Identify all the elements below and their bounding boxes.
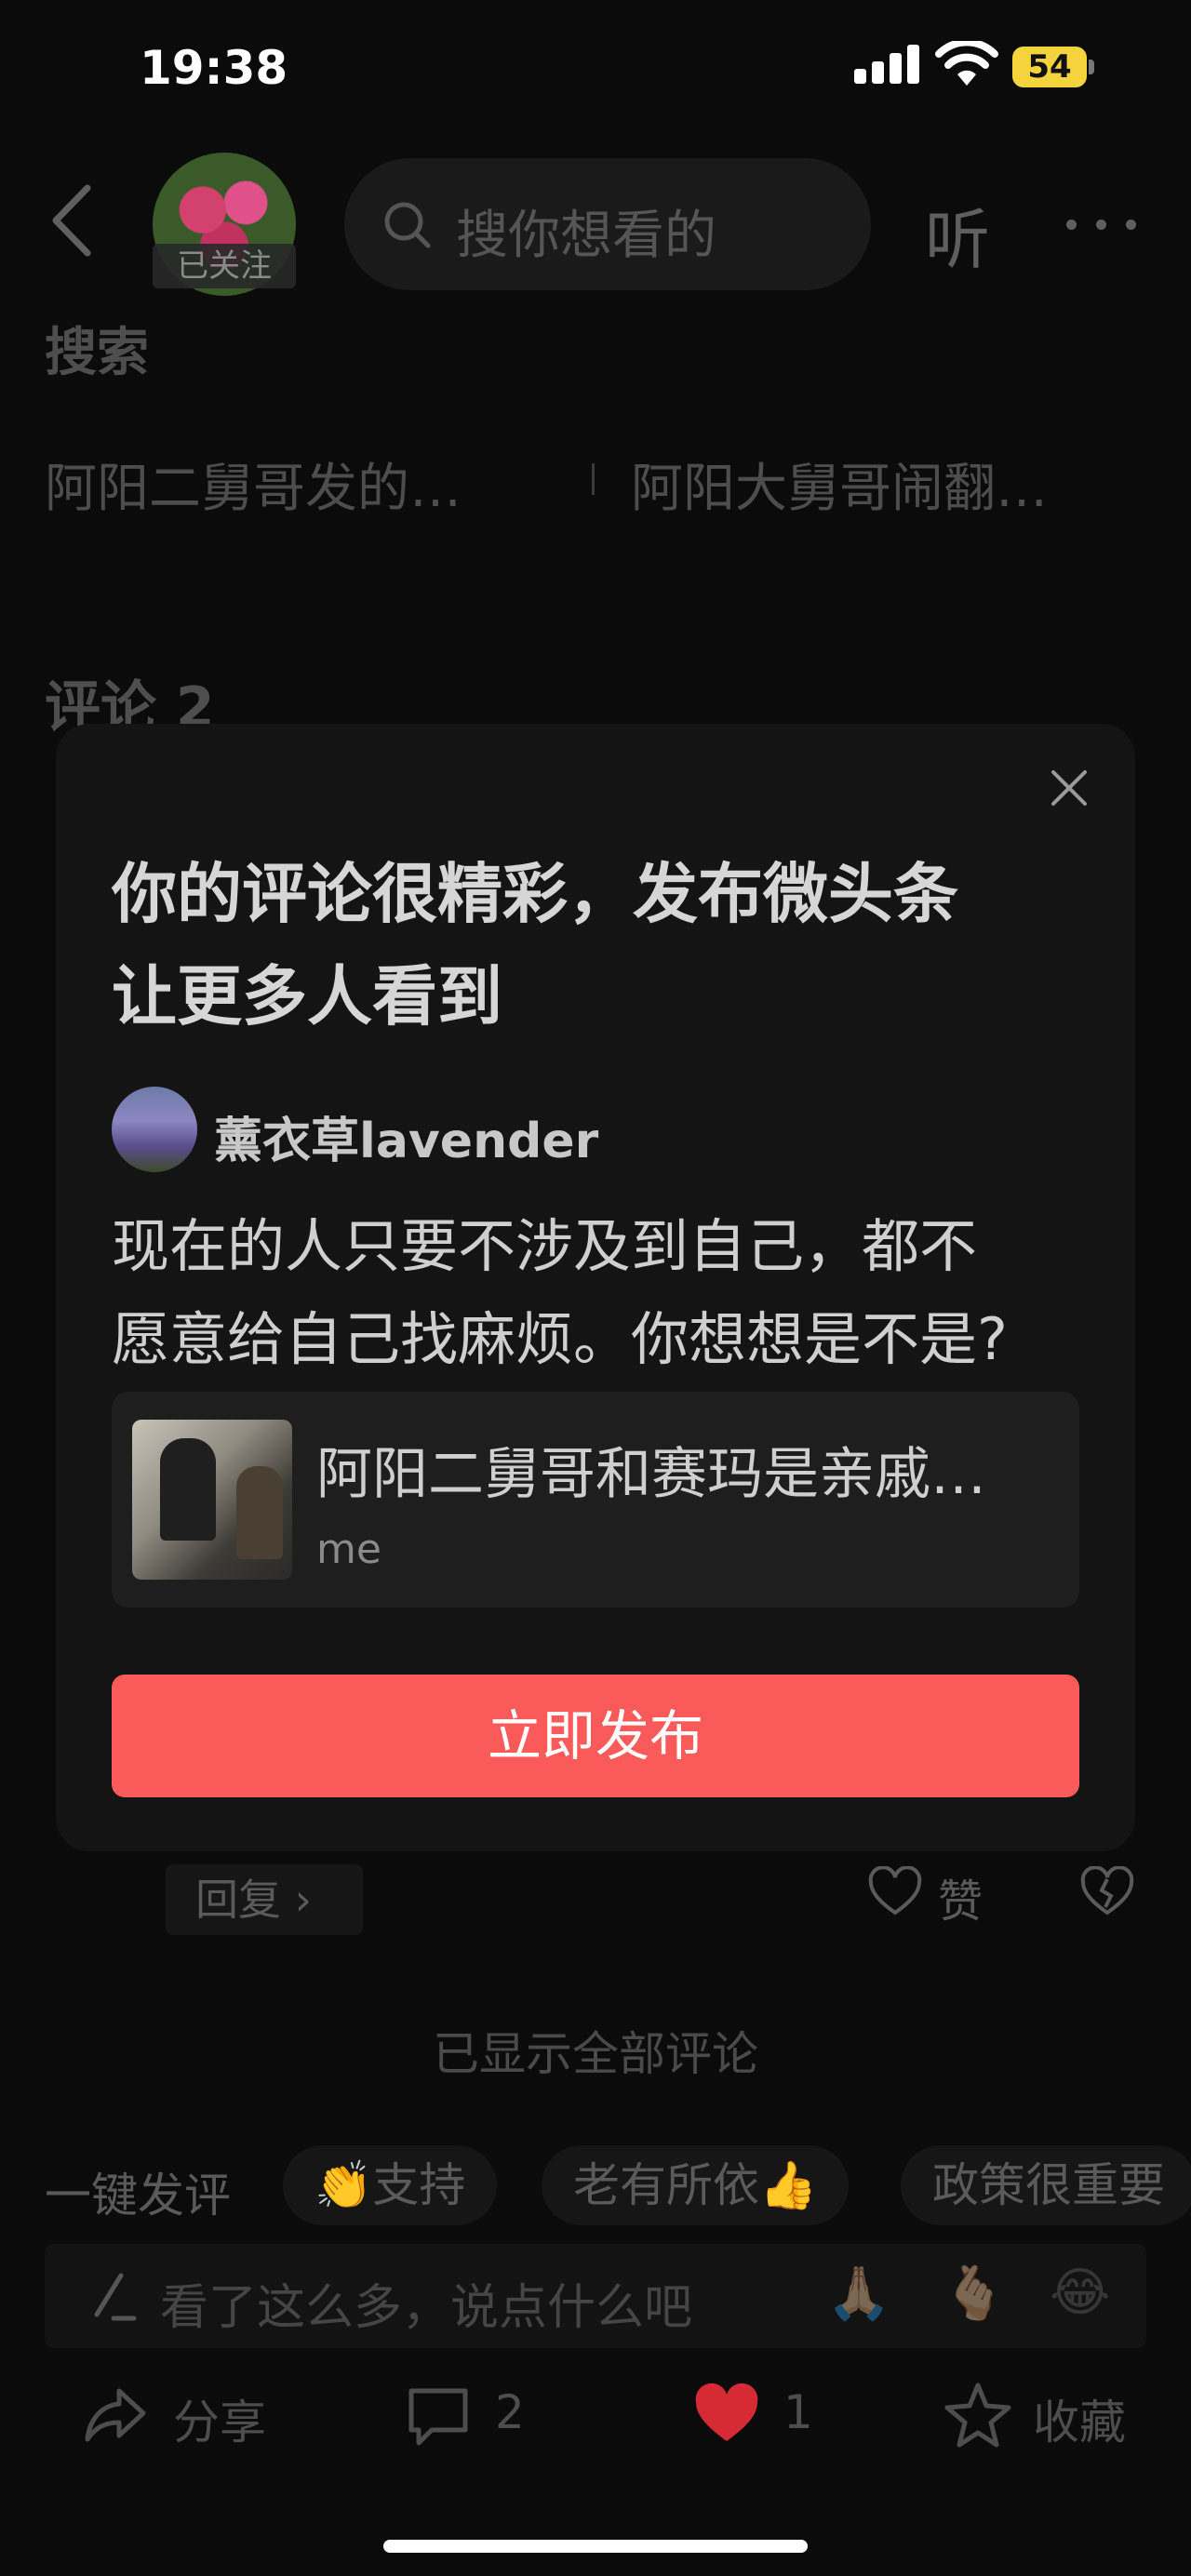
search-placeholder: 搜你想看的 xyxy=(456,206,716,266)
like-count[interactable]: 1 xyxy=(783,2385,813,2439)
status-time: 19:38 xyxy=(140,41,288,95)
comment-line2: 愿意给自己找麻烦。你想想是不是? xyxy=(112,1305,1008,1373)
star-icon[interactable] xyxy=(943,2378,1012,2452)
related-divider xyxy=(592,463,595,495)
battery-icon: 54 xyxy=(1012,47,1094,87)
comment-icon[interactable] xyxy=(404,2378,473,2452)
search-section-label: 搜索 xyxy=(45,323,149,383)
reply-label: 回复 xyxy=(195,1875,281,1925)
heart-filled-icon[interactable] xyxy=(692,2378,761,2452)
share-label[interactable]: 分享 xyxy=(173,2385,266,2452)
related-search-2[interactable]: 阿阳大舅哥闹翻… xyxy=(631,447,1048,522)
all-comments-shown: 已显示全部评论 xyxy=(433,2027,758,2081)
comment-text: 现在的人只要不涉及到自己，都不 愿意给自己找麻烦。你想想是不是? xyxy=(112,1200,1079,1386)
comment-count[interactable]: 2 xyxy=(495,2385,525,2439)
article-source: me xyxy=(316,1526,381,1573)
quick-chip-policy[interactable]: 政策很重要 xyxy=(901,2145,1191,2225)
emoji-pray[interactable]: 🙏🏼 xyxy=(826,2262,891,2324)
like-label[interactable]: 赞 xyxy=(938,1864,983,1929)
article-thumbnail xyxy=(132,1420,292,1580)
publish-button[interactable]: 立即发布 xyxy=(112,1675,1079,1797)
followed-badge: 已关注 xyxy=(153,244,296,288)
commenter-name: 薰衣草lavender xyxy=(214,1114,599,1169)
quick-chip-elderly[interactable]: 老有所依👍 xyxy=(542,2145,850,2225)
pen-icon xyxy=(94,2273,137,2321)
back-icon[interactable] xyxy=(45,179,100,262)
modal-title-line1: 你的评论很精彩，发布微头条 xyxy=(112,856,958,932)
home-indicator xyxy=(383,2540,808,2553)
heart-outline-icon[interactable] xyxy=(867,1866,923,1918)
reply-button[interactable]: 回复 › xyxy=(166,1864,363,1935)
collect-label[interactable]: 收藏 xyxy=(1033,2385,1126,2452)
share-icon[interactable] xyxy=(82,2378,151,2452)
battery-level: 54 xyxy=(1012,47,1087,87)
related-search-1[interactable]: 阿阳二舅哥发的… xyxy=(45,447,462,522)
broken-heart-icon[interactable] xyxy=(1079,1866,1135,1918)
comment-line1: 现在的人只要不涉及到自己，都不 xyxy=(112,1212,978,1280)
quick-chip-support[interactable]: 👏支持 xyxy=(283,2145,498,2225)
article-title: 阿阳二舅哥和赛玛是亲戚… xyxy=(316,1442,986,1507)
wifi-icon xyxy=(935,41,998,86)
listen-button[interactable]: 听 xyxy=(925,188,990,282)
quick-comment-label: 一键发评 xyxy=(45,2169,231,2222)
search-icon xyxy=(384,202,431,248)
more-icon[interactable] xyxy=(1066,220,1141,231)
emoji-laugh[interactable]: 😂 xyxy=(1050,2262,1110,2323)
emoji-heart-fingers[interactable]: 🫰🏼 xyxy=(942,2262,1007,2324)
close-icon[interactable] xyxy=(1048,767,1091,809)
commenter-avatar xyxy=(112,1087,197,1172)
signal-icon xyxy=(854,45,921,84)
modal-title: 你的评论很精彩，发布微头条 让更多人看到 xyxy=(112,843,1061,1048)
modal-title-line2: 让更多人看到 xyxy=(112,958,502,1034)
comment-placeholder: 看了这么多，说点什么吧 xyxy=(160,2280,693,2336)
